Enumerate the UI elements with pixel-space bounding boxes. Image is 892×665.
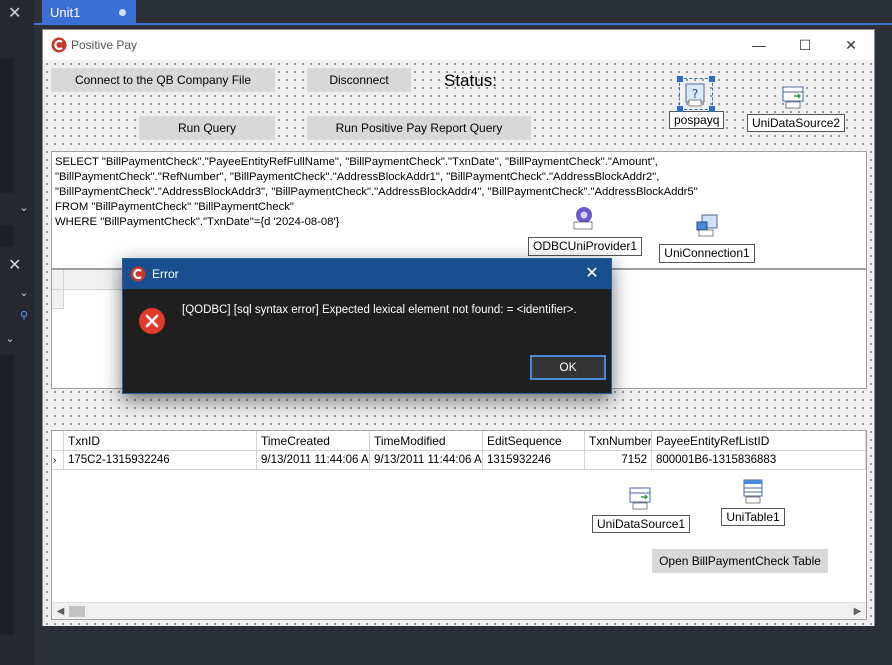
window-title: Positive Pay [71,38,138,52]
sql-line: "BillPaymentCheck"."RefNumber", "BillPay… [55,171,660,183]
odbc-provider-icon [573,207,593,230]
error-icon [139,308,165,334]
search-icon[interactable]: ⚲ [14,306,34,326]
table-cell[interactable]: 175C2-1315932246 [64,451,257,470]
error-dialog[interactable]: Error ✕ [QODBC] [sql syntax error] Expec… [122,258,612,394]
grid-indicator-header [52,270,64,290]
table-cell[interactable]: 9/13/2011 11:44:06 A [370,451,483,470]
status-label: Status: [444,71,497,90]
grid-column-header[interactable]: TimeModified [370,431,483,451]
component-label: UniDataSource2 [747,114,846,132]
dialog-titlebar[interactable]: Error ✕ [123,259,611,289]
component-odbcuniprovider1[interactable]: ODBCUniProvider1 [528,205,643,256]
error-message: [QODBC] [sql syntax error] Expected lexi… [182,304,577,316]
tab-label: Unit1 [50,5,81,20]
component-pospayq[interactable]: ? pospayq [669,76,725,129]
close-icon[interactable]: ✕ [8,258,21,274]
grid-column-header[interactable]: TimeCreated [257,431,370,451]
grid-indicator-header [52,431,64,451]
svg-text:?: ? [692,87,698,101]
query-component-icon: ? [677,76,715,112]
table-cell[interactable]: 1315932246 [483,451,585,470]
app-logo-icon [130,266,146,282]
ide-left-panel: ✕ ⌄ ✕ ⌄ ⚲ ⌄ [0,0,34,665]
run-report-query-button[interactable]: Run Positive Pay Report Query [307,116,531,140]
component-label: UniConnection1 [659,244,755,263]
grid-column-header[interactable]: TxnID [64,431,257,451]
component-label: UniDataSource1 [592,515,691,533]
sql-line: SELECT "BillPaymentCheck"."PayeeEntityRe… [55,156,658,168]
close-icon[interactable]: ✕ [828,30,874,60]
maximize-icon[interactable]: ☐ [782,30,828,60]
datasource-component-icon [782,86,804,109]
component-unitable1[interactable]: UniTable1 [720,478,786,526]
grid-column-header[interactable]: EditSequence [483,431,585,451]
close-icon[interactable]: ✕ [8,6,21,22]
grid-column-header[interactable]: PayeeEntityRefListID [652,431,866,451]
current-row-arrow-icon: › [52,451,64,470]
modified-dot-icon [119,9,126,16]
table-cell[interactable]: 7152 [585,451,652,470]
ok-button[interactable]: OK [530,355,606,380]
open-table-button[interactable]: Open BillPaymentCheck Table [652,549,828,573]
window-titlebar[interactable]: Positive Pay — ☐ ✕ [43,30,874,60]
chevron-down-icon[interactable]: ⌄ [14,198,34,218]
sql-memo[interactable]: SELECT "BillPaymentCheck"."PayeeEntityRe… [51,151,867,269]
billpaymentcheck-grid[interactable]: TxnID TimeCreated TimeModified EditSeque… [51,430,867,620]
chevron-down-icon[interactable]: ⌄ [14,283,34,303]
table-cell[interactable]: 800001B6-1315836883 [652,451,866,470]
grid-column-header[interactable]: TxnNumber [585,431,652,451]
component-uniconnection1[interactable]: UniConnection1 [656,212,758,263]
close-icon[interactable]: ✕ [577,259,607,289]
app-logo-icon [51,37,67,53]
component-label: ODBCUniProvider1 [528,237,643,256]
connect-button[interactable]: Connect to the QB Company File [51,68,275,92]
run-query-button[interactable]: Run Query [139,116,275,140]
ide-panel-strip [0,58,14,193]
scroll-left-icon[interactable]: ◀ [52,603,69,619]
table-cell[interactable]: 9/13/2011 11:44:06 A [257,451,370,470]
component-unidatasource2[interactable]: UniDataSource2 [747,84,846,132]
scrollbar-thumb[interactable] [69,606,85,617]
tab-unit1[interactable]: Unit1 [42,0,136,25]
scroll-right-icon[interactable]: ▶ [849,603,866,619]
component-label: pospayq [669,111,725,129]
grid-row-indicator [52,290,64,309]
component-label: UniTable1 [721,508,785,526]
ide-panel-strip [0,225,14,247]
chevron-down-icon[interactable]: ⌄ [0,329,20,349]
connection-component-icon [696,214,718,237]
table-component-icon [743,479,763,504]
dialog-title: Error [152,267,179,281]
minimize-icon[interactable]: — [736,30,782,60]
component-unidatasource1[interactable]: UniDataSource1 [592,485,691,533]
datasource-component-icon [629,487,651,510]
editor-tab-bar: Unit1 [34,0,892,25]
horizontal-scrollbar[interactable]: ◀ ▶ [52,602,866,619]
disconnect-button[interactable]: Disconnect [307,68,411,92]
ide-panel-strip [0,355,14,635]
sql-line: "BillPaymentCheck"."AddressBlockAddr3", … [55,186,698,198]
